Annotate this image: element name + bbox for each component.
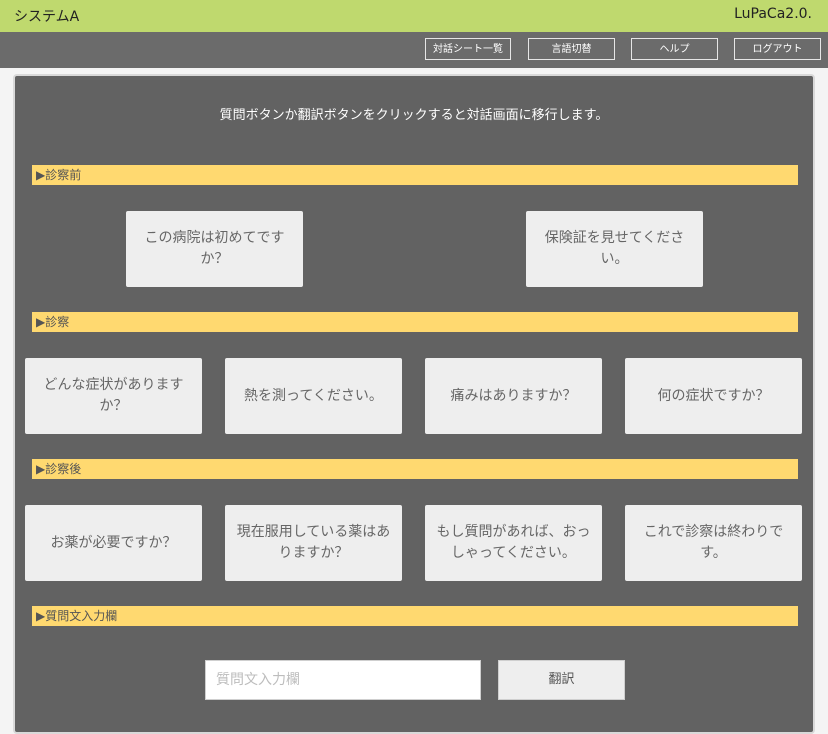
question-button[interactable]: お薬が必要ですか？ <box>25 505 202 581</box>
main-panel: 質問ボタンか翻訳ボタンをクリックすると対話画面に移行します。 ▶診察前 この病院… <box>13 74 815 734</box>
section-header-question-input: ▶質問文入力欄 <box>32 606 798 626</box>
question-button[interactable]: どんな症状がありますか？ <box>25 358 202 434</box>
question-button[interactable]: 痛みはありますか？ <box>425 358 602 434</box>
question-button[interactable]: 保険証を見せてください。 <box>526 211 703 287</box>
help-button[interactable]: ヘルプ <box>631 38 718 60</box>
title-bar: システムA LuPaCa2.0. <box>0 0 828 32</box>
question-button[interactable]: 何の症状ですか？ <box>625 358 802 434</box>
question-button[interactable]: 熱を測ってください。 <box>225 358 402 434</box>
question-button[interactable]: もし質問があれば、おっしゃってください。 <box>425 505 602 581</box>
question-button[interactable]: これで診察は終わりです。 <box>625 505 802 581</box>
section-header-post-exam: ▶診察後 <box>32 459 798 479</box>
logout-button[interactable]: ログアウト <box>734 38 821 60</box>
question-button[interactable]: この病院は初めてですか？ <box>126 211 303 287</box>
question-button[interactable]: 現在服用している薬はありますか？ <box>225 505 402 581</box>
translate-button[interactable]: 翻訳 <box>498 660 625 700</box>
language-switch-button[interactable]: 言語切替 <box>528 38 615 60</box>
app-version: LuPaCa2.0. <box>734 6 812 22</box>
section-header-exam: ▶診察 <box>32 312 798 332</box>
nav-bar: 対話シート一覧 言語切替 ヘルプ ログアウト <box>0 32 828 68</box>
question-input[interactable] <box>205 660 481 700</box>
app-name: システムA <box>14 9 80 25</box>
section-header-pre-exam: ▶診察前 <box>32 165 798 185</box>
dialog-sheet-list-button[interactable]: 対話シート一覧 <box>425 38 511 60</box>
instruction-text: 質問ボタンか翻訳ボタンをクリックすると対話画面に移行します。 <box>219 108 609 123</box>
